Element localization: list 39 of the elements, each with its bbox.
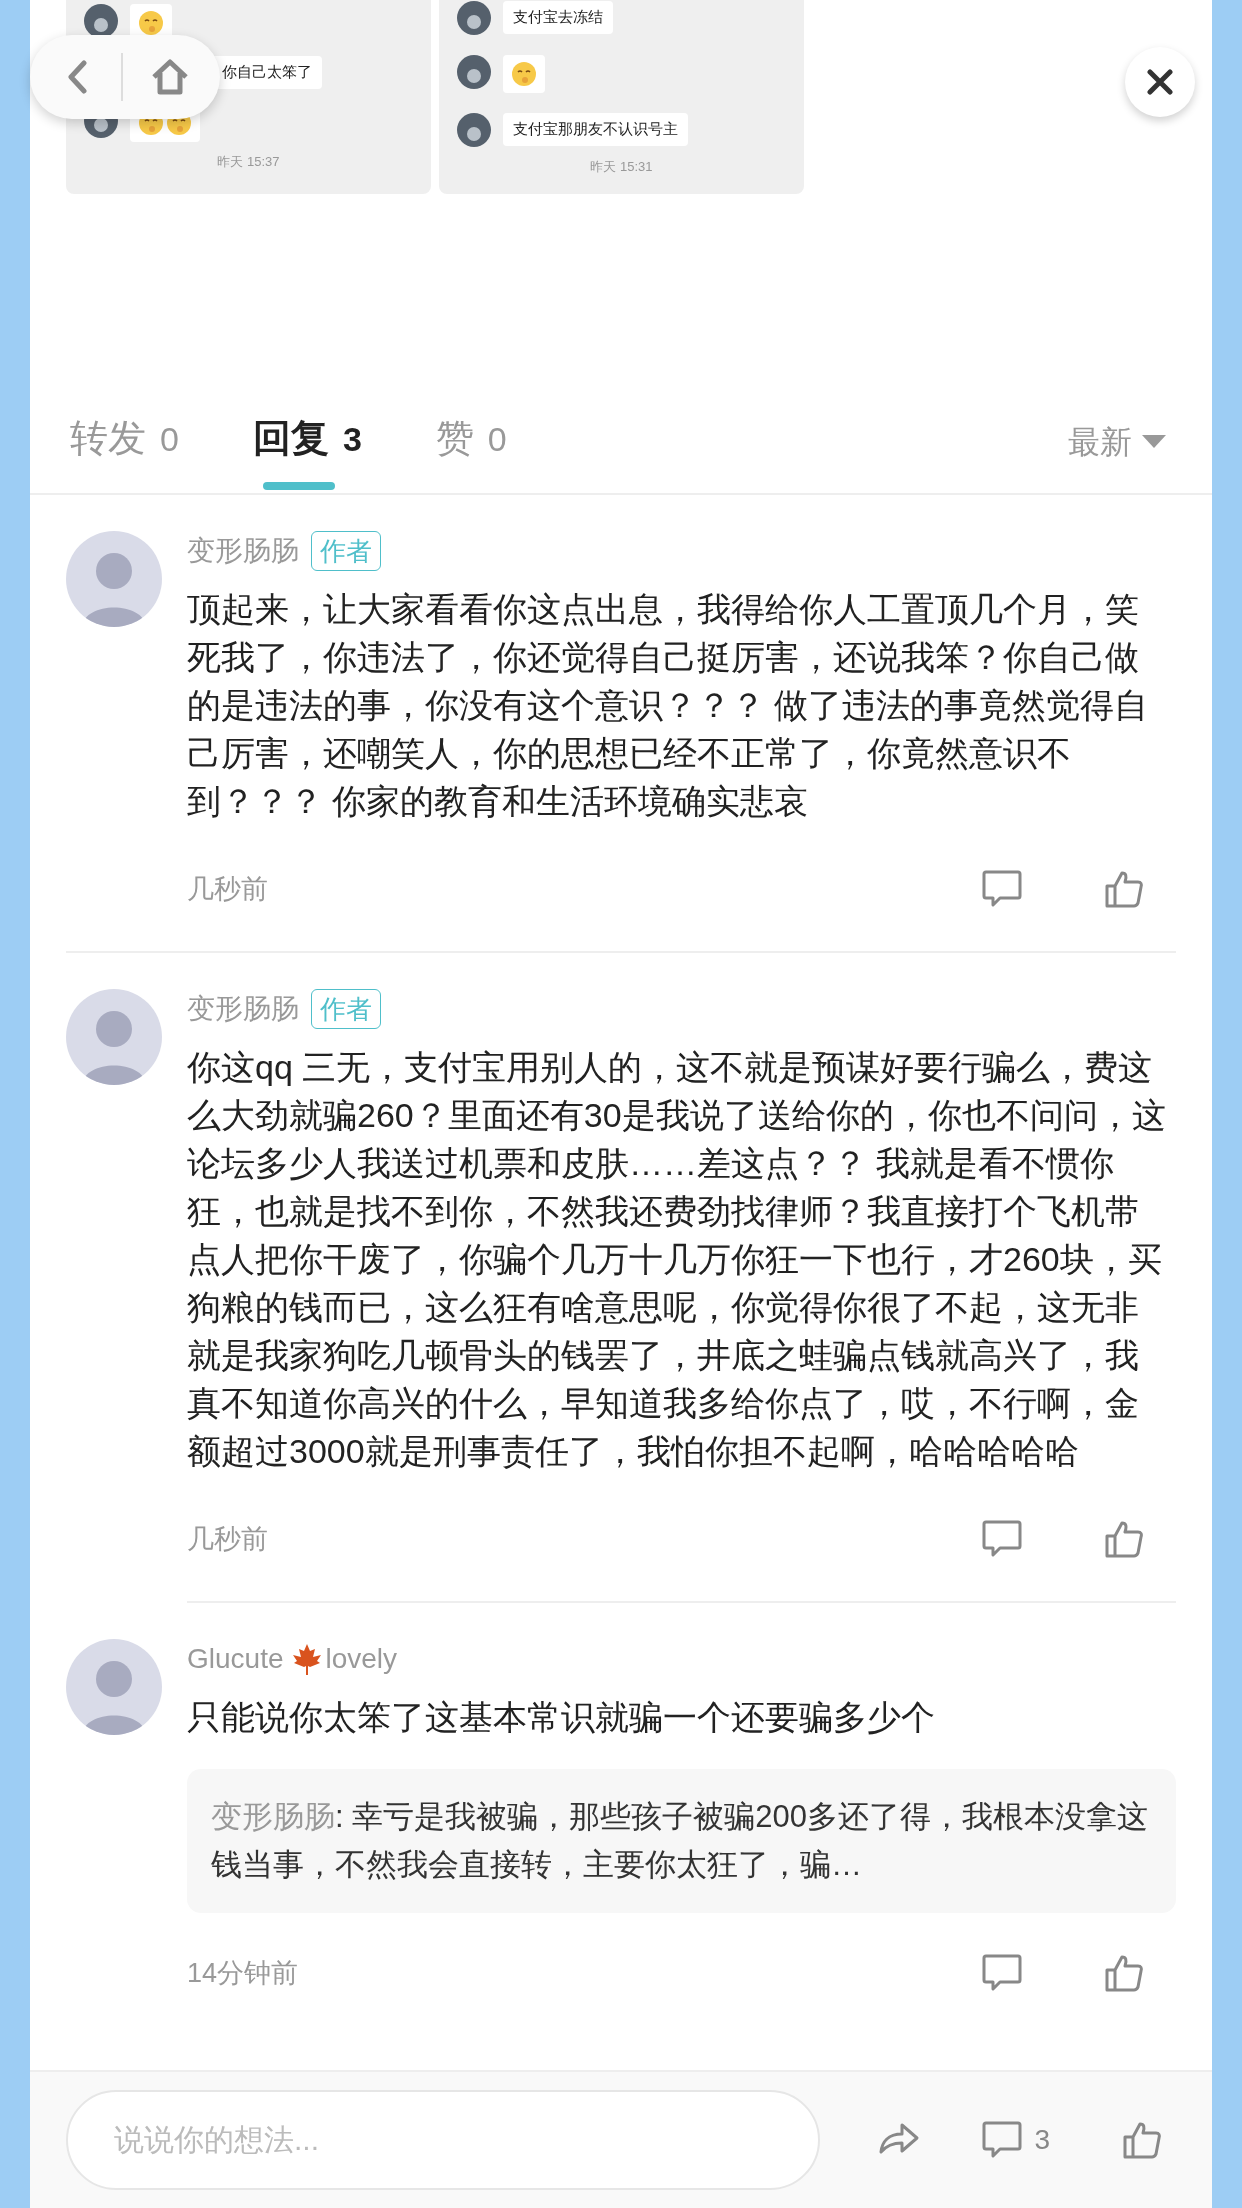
tab[interactable]: 回复 3	[252, 410, 362, 490]
back-icon[interactable]	[66, 60, 88, 94]
comment-text: 只能说你太笨了这基本常识就骗一个还要骗多少个	[187, 1697, 936, 1738]
like-icon[interactable]	[1104, 869, 1144, 909]
chat-bubble: 支付宝去冻结	[503, 1, 613, 34]
timestamp: 几秒前	[187, 872, 268, 906]
reply-icon[interactable]	[982, 1520, 1022, 1558]
comment-text: 你这qq 三无，支付宝用别人的，这不就是预谋好要行骗么，费这么大劲就骗260？里面还有30是我说了送给你的，你也不问问，这论坛多少人我送过机票和皮肤……差这点？？ 我就是看不惯你狂，也就是找不到你，不然我还费劲找律师？我直接打个飞机带点人把你干废了，你骗个几万十几万你狂一下也行，才260块，买狗粮的钱而已，这么狂有啥意思呢，你觉得你很了不起，这无非就是我家狗吃几顿骨头的钱罢了，井底之蛙骗点钱就高兴了，我真不知道你高兴的什么，早知道我多给你点了，哎，不行啊，金额超过3000就是刑事责任了，我怕你担不起啊，哈哈哈哈哈	[187, 1047, 1167, 1472]
tab[interactable]: 转发 0	[70, 410, 179, 490]
avatar	[457, 1, 491, 35]
emoji-icon	[138, 10, 164, 36]
avatar	[84, 4, 118, 38]
like-icon[interactable]	[1122, 2120, 1162, 2160]
username[interactable]: 变形肠肠	[187, 988, 299, 1030]
timestamp: 14分钟前	[187, 1956, 299, 1990]
like-icon[interactable]	[1104, 1519, 1144, 1559]
like-icon[interactable]	[1104, 1953, 1144, 1993]
author-badge: 作者	[311, 531, 381, 571]
tab[interactable]: 赞 0	[435, 410, 507, 490]
reply-icon[interactable]	[982, 1954, 1022, 1992]
emoji-icon	[511, 61, 537, 87]
quoted-reply: 变形肠肠: 幸亏是我被骗，那些孩子被骗200多还了得，我根本没拿这钱当事，不然我会直接转，主要你太狂了，骗…	[187, 1769, 1176, 1913]
username[interactable]: Glucute	[187, 1638, 284, 1680]
timestamp: 几秒前	[187, 1522, 268, 1556]
reply-icon[interactable]	[982, 870, 1022, 908]
home-icon[interactable]	[151, 59, 189, 95]
timestamp: 昨天 15:37	[216, 153, 281, 171]
username-suffix[interactable]: lovely	[325, 1638, 398, 1680]
avatar	[457, 55, 491, 89]
username[interactable]: 变形肠肠	[187, 530, 299, 572]
comment-text: 顶起来，让大家看看你这点出息，我得给你人工置顶几个月，笑死我了，你违法了，你还觉得自己挺厉害，还说我笨？你自己做的是违法的事，你没有这个意识？？？ 做了违法的事竟然觉得自己厉害，还嘲笑人，你的思想已经不正常了，你竟然意识不到？？？ 你家的教育和生活环境确实悲哀	[187, 589, 1150, 822]
caret-icon	[1142, 435, 1166, 449]
close-icon	[1147, 69, 1173, 95]
timestamp: 昨天 15:31	[589, 158, 654, 176]
avatar	[457, 113, 491, 147]
sort-label[interactable]: 最新	[1068, 418, 1132, 466]
comment-input[interactable]: 说说你的想法...	[66, 2090, 820, 2190]
author-badge: 作者	[311, 989, 381, 1029]
chat-bubble: 支付宝那朋友不认识号主	[503, 113, 688, 146]
